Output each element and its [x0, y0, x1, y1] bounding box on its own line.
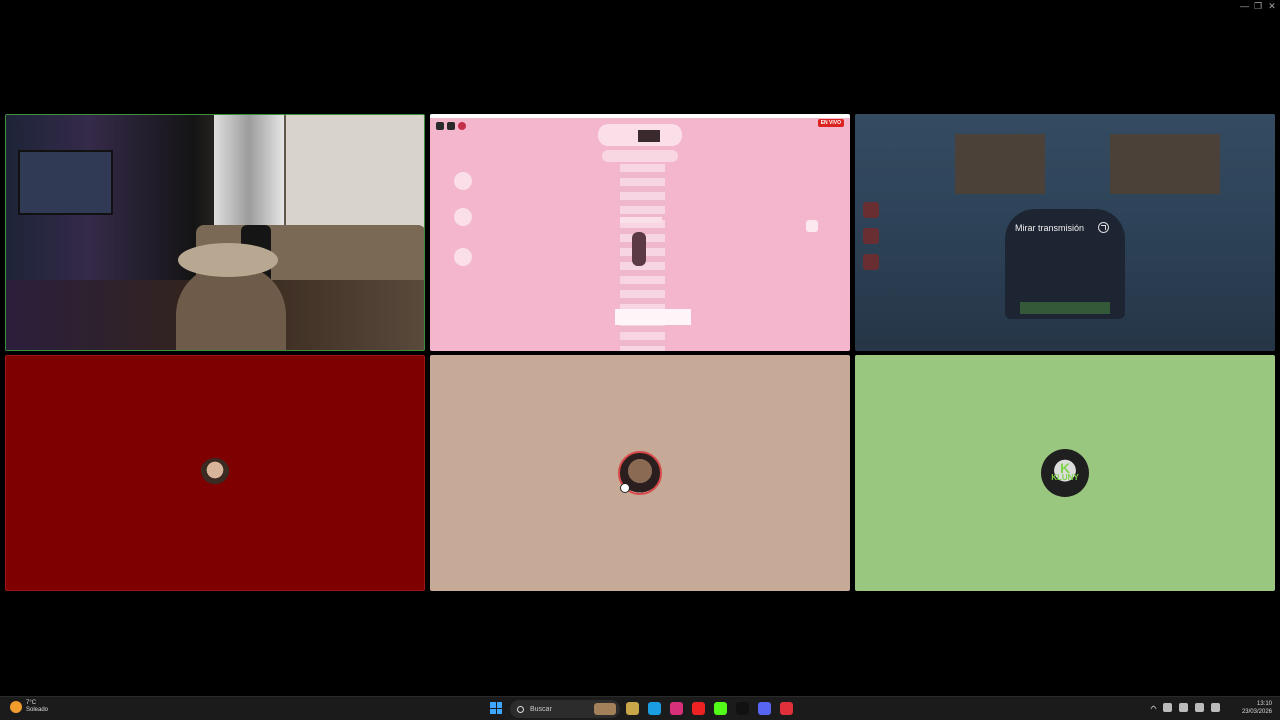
microphone-icon[interactable]: [1179, 703, 1188, 712]
taskbar-apps: [626, 702, 793, 715]
sun-icon: [10, 701, 22, 713]
discord-icon[interactable]: [758, 702, 771, 715]
clock-date: 23/03/2026: [1241, 709, 1272, 715]
taskbar: 7°C Soleado Buscar 13:10 23/03/2026: [0, 696, 1280, 720]
video-tile-participant-green[interactable]: K KLUNY: [855, 355, 1275, 591]
volume-icon[interactable]: [1211, 703, 1220, 712]
call-window: — ❐ ✕ EN VIVO Mirar transmisión K KLUNY: [0, 0, 1280, 696]
game-side-icon: [454, 248, 472, 266]
maximize-button[interactable]: ❐: [1254, 2, 1262, 11]
file-explorer-icon[interactable]: [626, 702, 639, 715]
weather-condition: Soleado: [26, 707, 49, 713]
onedrive-icon[interactable]: [1163, 703, 1172, 712]
edge-icon[interactable]: [648, 702, 661, 715]
opera-icon[interactable]: [780, 702, 793, 715]
game-sign: [620, 217, 662, 223]
game-hud-indicator: [638, 130, 660, 142]
tiktok-icon[interactable]: [736, 702, 749, 715]
start-button[interactable]: [490, 702, 502, 714]
weather-widget[interactable]: 7°C Soleado: [10, 700, 48, 714]
avatar-name: KLUNY: [1051, 473, 1079, 482]
popout-icon[interactable]: [1098, 222, 1110, 233]
game-object: [806, 220, 818, 232]
avatar-initial: K: [1059, 460, 1071, 476]
search-placeholder: Buscar: [530, 705, 552, 713]
webcam-person: [176, 265, 286, 350]
game-menu-icons: [436, 122, 466, 130]
record-icon: [458, 122, 466, 130]
weather-text: 7°C Soleado: [26, 700, 48, 714]
live-badge: EN VIVO: [817, 119, 844, 127]
webcam-hat: [178, 243, 278, 277]
kick-icon[interactable]: [714, 702, 727, 715]
avatar: K KLUNY: [1041, 449, 1089, 497]
status-badge: [620, 483, 630, 493]
game-platform: [615, 309, 691, 325]
video-tile-stream[interactable]: Mirar transmisión: [855, 114, 1275, 351]
video-tile-participant-red[interactable]: [5, 355, 425, 591]
clock-time: 13:10: [1256, 701, 1272, 707]
taskbar-search[interactable]: Buscar: [510, 700, 620, 718]
tray-overflow-icon[interactable]: [1149, 704, 1158, 713]
window-controls: — ❐ ✕: [1240, 2, 1276, 11]
menu-icon: [436, 122, 444, 130]
system-tray: [1149, 703, 1220, 713]
game-top-bar: [430, 114, 850, 118]
game-hud-sub: [602, 150, 678, 162]
search-highlight-icon: [594, 703, 616, 715]
watch-stream-button[interactable]: Mirar transmisión: [1015, 222, 1110, 233]
video-tile-webcam[interactable]: [5, 114, 425, 351]
minimize-button[interactable]: —: [1240, 2, 1249, 11]
avatar-logo: K KLUNY: [1051, 460, 1079, 482]
webcam-tv: [18, 150, 113, 215]
game-character: [632, 232, 646, 266]
game-side-icon: [454, 208, 472, 226]
search-icon: [517, 705, 524, 713]
close-button[interactable]: ✕: [1268, 2, 1276, 11]
video-tile-game[interactable]: EN VIVO: [430, 114, 850, 351]
weather-temp: 7°C: [26, 700, 37, 706]
watch-stream-label: Mirar transmisión: [1015, 222, 1085, 233]
youtube-icon[interactable]: [692, 702, 705, 715]
game-side-icon: [454, 172, 472, 190]
video-tile-participant-tan[interactable]: [430, 355, 850, 591]
clock[interactable]: 13:10 23/03/2026: [1242, 700, 1272, 716]
wifi-icon[interactable]: [1195, 703, 1204, 712]
chat-icon: [447, 122, 455, 130]
instagram-icon[interactable]: [670, 702, 683, 715]
avatar: [200, 458, 230, 488]
